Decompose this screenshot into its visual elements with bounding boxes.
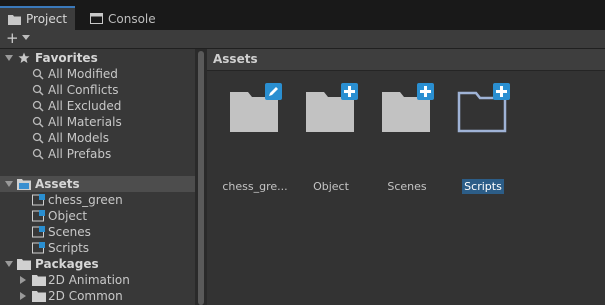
- plus-badge-icon: [493, 83, 510, 100]
- breadcrumb-assets[interactable]: Assets: [213, 52, 258, 66]
- tree-item-label: All Modified: [48, 67, 118, 81]
- project-tree: Favorites All Modified All Conflicts All…: [0, 49, 195, 305]
- tab-console-label: Console: [108, 11, 156, 26]
- tree-item-label: 2D Animation: [48, 273, 130, 287]
- folder-icon: [8, 14, 21, 25]
- asset-label: Scenes: [387, 180, 427, 193]
- tree-packages[interactable]: Packages: [0, 256, 195, 272]
- tree-item-favorite[interactable]: All Excluded: [0, 98, 195, 114]
- asset-label: chess_gre...: [222, 180, 288, 193]
- chevron-right-icon[interactable]: [20, 292, 26, 300]
- console-icon: [90, 13, 103, 24]
- tree-item-favorite[interactable]: All Conflicts: [0, 82, 195, 98]
- search-icon: [32, 100, 44, 112]
- tree-packages-label: Packages: [35, 257, 99, 271]
- folder-icon: [32, 275, 46, 286]
- tree-favorites-label: Favorites: [35, 51, 98, 65]
- tab-console[interactable]: Console: [82, 7, 164, 30]
- tree-item-label: chess_green: [48, 193, 123, 207]
- folder-icon: [32, 291, 46, 302]
- scrollbar-thumb[interactable]: [198, 51, 204, 305]
- tree-item-label: All Excluded: [48, 99, 122, 113]
- chevron-right-icon[interactable]: [20, 276, 26, 284]
- tree-item-favorite[interactable]: All Modified: [0, 66, 195, 82]
- tree-item-label: All Conflicts: [48, 83, 119, 97]
- folder-open-icon: [17, 179, 31, 190]
- tree-item-label: Object: [48, 209, 88, 223]
- plus-badge-icon: [341, 83, 358, 100]
- search-icon: [32, 132, 44, 144]
- chevron-down-icon[interactable]: [5, 55, 13, 61]
- search-icon: [32, 68, 44, 80]
- asset-browser: Assets chess_gre... Object Scenes Script…: [207, 49, 605, 305]
- tree-favorites[interactable]: Favorites: [0, 50, 195, 66]
- tree-item-favorite[interactable]: All Prefabs: [0, 146, 195, 162]
- star-icon: [18, 52, 30, 63]
- folder-icon: [17, 259, 31, 270]
- asset-label: Object: [313, 180, 349, 193]
- folder-badge-icon: [32, 242, 45, 254]
- toolbar: +: [0, 30, 605, 48]
- tab-bar: Project Console: [0, 0, 605, 31]
- tree-item-folder[interactable]: chess_green: [0, 192, 195, 208]
- tree-item-favorite[interactable]: All Models: [0, 130, 195, 146]
- folder-badge-icon: [32, 226, 45, 238]
- tree-item-folder[interactable]: Object: [0, 208, 195, 224]
- chevron-down-icon[interactable]: [22, 35, 30, 40]
- tree-item-label: All Prefabs: [48, 147, 112, 161]
- search-icon: [32, 116, 44, 128]
- tree-item-label: All Models: [48, 131, 109, 145]
- plus-badge-icon: [417, 83, 434, 100]
- tree-item-label: All Materials: [48, 115, 122, 129]
- tree-assets-label: Assets: [35, 177, 80, 191]
- search-icon: [32, 84, 44, 96]
- breadcrumb: Assets: [207, 49, 605, 71]
- asset-label: Scripts: [462, 179, 504, 194]
- folder-badge-icon: [32, 194, 45, 206]
- tab-project-label: Project: [26, 12, 68, 26]
- folder-badge-icon: [32, 210, 45, 222]
- tree-item-label: Scenes: [48, 225, 91, 239]
- tree-item-favorite[interactable]: All Materials: [0, 114, 195, 130]
- tab-project[interactable]: Project: [0, 6, 76, 30]
- search-icon: [32, 148, 44, 160]
- tree-item-package[interactable]: 2D Common: [0, 288, 195, 304]
- tree-item-label: 2D Common: [48, 289, 123, 303]
- tree-item-label: Scripts: [48, 241, 90, 255]
- edit-badge-icon: [265, 83, 282, 100]
- panel-splitter[interactable]: [195, 49, 207, 305]
- tree-assets[interactable]: Assets: [0, 176, 195, 192]
- tree-item-folder[interactable]: Scripts: [0, 240, 195, 256]
- tree-item-folder[interactable]: Scenes: [0, 224, 195, 240]
- add-button[interactable]: +: [6, 30, 19, 46]
- tree-item-package[interactable]: 2D Animation: [0, 272, 195, 288]
- chevron-down-icon[interactable]: [5, 181, 13, 187]
- chevron-down-icon[interactable]: [5, 261, 13, 267]
